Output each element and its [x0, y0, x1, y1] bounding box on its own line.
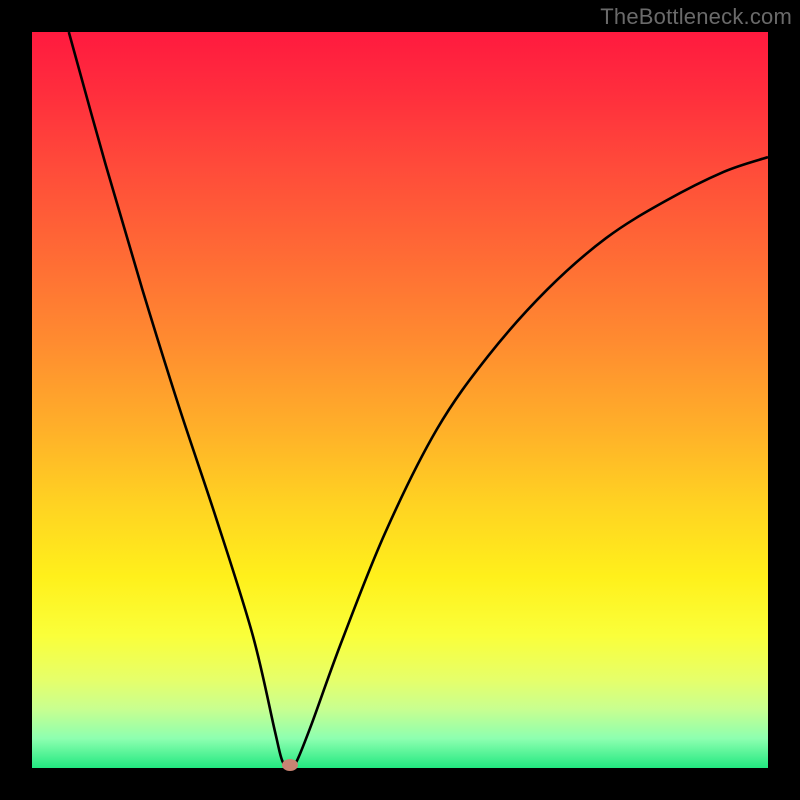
curve-svg: [32, 32, 768, 768]
plot-area: [32, 32, 768, 768]
bottleneck-curve: [69, 32, 768, 768]
chart-frame: TheBottleneck.com: [0, 0, 800, 800]
watermark-text: TheBottleneck.com: [600, 4, 792, 30]
